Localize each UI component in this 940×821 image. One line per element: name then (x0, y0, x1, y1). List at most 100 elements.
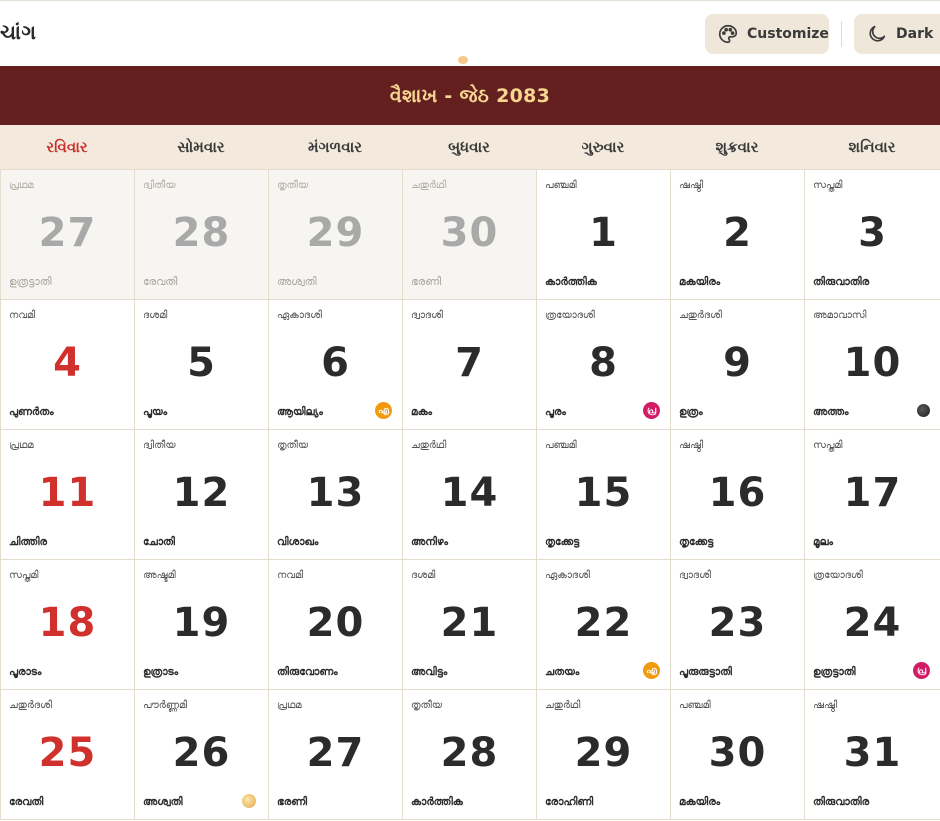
day-cell[interactable]: നവമി 4 പുണർതം (1, 300, 135, 430)
day-cell[interactable]: പ്രഥമ 27 ഭരണി (269, 690, 403, 820)
tithi-label: പഞ്ചമി (545, 440, 577, 451)
tithi-label: ദ്വാദശി (411, 310, 443, 321)
tithi-label: ചതുർദശി (679, 310, 722, 321)
nakshatra-label: ഉത്രട്ടാതി (9, 276, 52, 288)
day-cell[interactable]: അമാവാസി 10 അത്തം (805, 300, 940, 430)
day-cell[interactable]: ഷഷ്ഠി 31 തിരുവാതിര (805, 690, 940, 820)
day-number: 19 (172, 600, 231, 646)
tithi-label: ചതുർഥി (411, 180, 447, 191)
day-cell[interactable]: നവമി 20 തിരുവോണം (269, 560, 403, 690)
tithi-label: തൃതീയ (277, 180, 309, 191)
nakshatra-label: തിരുവാതിര (813, 796, 870, 808)
weekday-wednesday: બુધવાર (448, 138, 490, 156)
day-cell[interactable]: ചതുർദശി 9 ഉത്രം (671, 300, 805, 430)
tithi-label: ദ്വിതീയ (143, 180, 176, 191)
nakshatra-label: രേവതി (9, 796, 44, 808)
day-number: 25 (38, 730, 97, 776)
header-ornament (458, 56, 468, 64)
day-cell[interactable]: ദ്വാദശി 7 മകം (403, 300, 537, 430)
nakshatra-label: രോഹിണി (545, 796, 594, 808)
day-number: 24 (843, 600, 902, 646)
day-cell[interactable]: സപ്തമി 3 തിരുവാതിര (805, 170, 940, 300)
day-cell[interactable]: പ്രഥമ 27 ഉത്രട്ടാതി (1, 170, 135, 300)
nakshatra-label: തിരുവാതിര (813, 276, 870, 288)
nakshatra-label: പൂരുരുട്ടാതി (679, 666, 732, 678)
day-cell[interactable]: ത്രയോദശി 24 ഉത്രട്ടാതി പ്ര (805, 560, 940, 690)
day-cell[interactable]: ചതുർഥി 29 രോഹിണി (537, 690, 671, 820)
tithi-label: ദ്വിതീയ (143, 440, 176, 451)
nakshatra-label: ആയില്യം (277, 406, 323, 418)
tithi-label: പൗർണ്ണമി (143, 700, 188, 711)
day-cell[interactable]: ചതുർഥി 14 അനിഴം (403, 430, 537, 560)
day-number: 29 (574, 730, 633, 776)
day-number: 5 (187, 340, 216, 386)
weekday-thursday: ગુરુવાર (581, 138, 625, 156)
tithi-label: ഷഷ്ഠി (679, 440, 704, 451)
day-cell[interactable]: തൃതീയ 28 കാർത്തിക (403, 690, 537, 820)
tithi-label: പ്രഥമ (9, 180, 34, 191)
day-cell[interactable]: ദ്വിതീയ 28 രേവതി (135, 170, 269, 300)
weekday-header: રવિવાર સોમવાર મંગળવાર બુધવાર ગુરુવાર શુક… (0, 125, 940, 170)
day-cell[interactable]: സപ്തമി 17 മൂലം (805, 430, 940, 560)
day-cell[interactable]: ദശമി 21 അവിട്ടം (403, 560, 537, 690)
day-number: 15 (574, 470, 633, 516)
tithi-label: ചതുർദശി (9, 700, 52, 711)
weekday-monday: સોમવાર (177, 138, 225, 156)
day-cell[interactable]: ഏകാദശി 22 ചതയം എ (537, 560, 671, 690)
nakshatra-label: മകയിരം (679, 796, 721, 808)
nakshatra-label: ഉത്രം (679, 406, 703, 418)
tithi-label: ഷഷ്ഠി (813, 700, 838, 711)
customize-button[interactable]: Customize (705, 14, 829, 54)
day-cell[interactable]: സപ്തമി 18 പൂരാടം (1, 560, 135, 690)
day-cell[interactable]: ഷഷ്ഠി 2 മകയിരം (671, 170, 805, 300)
day-cell[interactable]: ഏകാദശി 6 ആയില്യം എ (269, 300, 403, 430)
day-cell[interactable]: ദശമി 5 പൂയം (135, 300, 269, 430)
customize-label: Customize (747, 26, 829, 42)
day-cell[interactable]: പഞ്ചമി 1 കാർത്തിക (537, 170, 671, 300)
tithi-label: ഏകാദശി (545, 570, 590, 581)
day-number: 21 (440, 600, 499, 646)
day-cell[interactable]: തൃതീയ 29 അശ്വതി (269, 170, 403, 300)
toolbar-divider (841, 21, 842, 47)
month-header: વૈશાખ - જેઠ 2083 (0, 56, 940, 125)
tithi-label: ചതുർഥി (545, 700, 581, 711)
moon-icon (869, 25, 886, 42)
tithi-label: ദശമി (143, 310, 168, 321)
day-number: 17 (843, 470, 902, 516)
day-number: 14 (440, 470, 499, 516)
day-cell[interactable]: ത്രയോദശി 8 പൂരം പ്ര (537, 300, 671, 430)
day-cell[interactable]: പ്രഥമ 11 ചിത്തിര (1, 430, 135, 560)
day-number: 10 (843, 340, 902, 386)
app-title: ચાંગ (0, 20, 37, 44)
day-cell[interactable]: ചതുർദശി 25 രേവതി (1, 690, 135, 820)
day-cell[interactable]: തൃതീയ 13 വിശാഖം (269, 430, 403, 560)
tithi-label: ഏകാദശി (277, 310, 322, 321)
day-number: 2 (723, 210, 752, 256)
day-cell[interactable]: പഞ്ചമി 30 മകയിരം (671, 690, 805, 820)
tithi-label: നവമി (9, 310, 36, 321)
nakshatra-label: അശ്വതി (277, 276, 317, 288)
nakshatra-label: ഭരണി (277, 796, 308, 808)
dark-mode-button[interactable]: Dark (854, 14, 940, 54)
tithi-label: ദ്വാദശി (679, 570, 711, 581)
day-cell[interactable]: അഷ്ടമി 19 ഉത്രാടം (135, 560, 269, 690)
nakshatra-label: പൂരാടം (9, 666, 42, 678)
day-cell[interactable]: ദ്വിതീയ 12 ചോതി (135, 430, 269, 560)
day-number: 9 (723, 340, 752, 386)
weekday-saturday: શનિવાર (848, 138, 896, 156)
day-number: 31 (843, 730, 902, 776)
day-number: 23 (708, 600, 767, 646)
nakshatra-label: രേവതി (143, 276, 178, 288)
day-cell[interactable]: ഷഷ്ഠി 16 തൃക്കേട്ട (671, 430, 805, 560)
day-cell[interactable]: ചതുർഥി 30 ഭരണി (403, 170, 537, 300)
nakshatra-label: അശ്വതി (143, 796, 183, 808)
tithi-label: അമാവാസി (813, 310, 867, 321)
day-cell[interactable]: ദ്വാദശി 23 പൂരുരുട്ടാതി (671, 560, 805, 690)
palette-icon (719, 24, 738, 44)
day-cell[interactable]: പഞ്ചമി 15 തൃക്കേട്ട (537, 430, 671, 560)
tithi-label: സപ്തമി (813, 440, 843, 451)
nakshatra-label: അനിഴം (411, 536, 449, 548)
day-cell[interactable]: പൗർണ്ണമി 26 അശ്വതി (135, 690, 269, 820)
day-number: 28 (172, 210, 231, 256)
day-number: 28 (440, 730, 499, 776)
